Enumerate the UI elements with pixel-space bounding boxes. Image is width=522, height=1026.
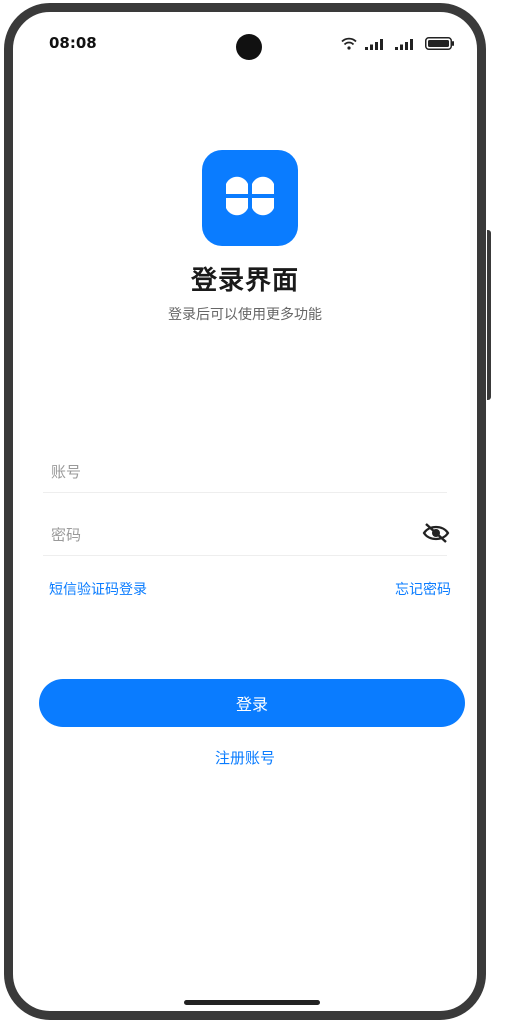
signal-icon [365, 38, 387, 50]
four-leaf-clover-icon [220, 166, 280, 230]
home-indicator [184, 1000, 320, 1005]
side-button [487, 230, 491, 400]
battery-icon [425, 37, 455, 50]
account-field-row [43, 452, 447, 493]
signal-icon [395, 38, 417, 50]
page-title: 登录界面 [190, 266, 299, 296]
status-icons [341, 34, 455, 50]
login-button[interactable]: 登录 [39, 679, 465, 727]
status-time: 08:08 [49, 34, 97, 52]
sms-login-link[interactable]: 短信验证码登录 [49, 579, 147, 599]
eye-off-icon [422, 522, 450, 548]
account-input[interactable] [43, 452, 399, 492]
password-input[interactable] [43, 515, 399, 555]
wifi-icon [341, 37, 357, 50]
phone-frame: 08:08 登录界面 登录后可以使用更多功能 账号 短信验证码登录 忘记密码 登… [4, 3, 486, 1020]
password-visibility-toggle[interactable] [421, 521, 451, 549]
app-logo [202, 150, 298, 246]
password-field-row [43, 515, 450, 556]
register-link[interactable]: 注册账号 [13, 747, 477, 768]
page-subtitle: 登录后可以使用更多功能 [168, 307, 322, 323]
status-bar: 08:08 [13, 12, 477, 60]
front-camera [236, 34, 262, 60]
forgot-password-link[interactable]: 忘记密码 [395, 579, 451, 599]
